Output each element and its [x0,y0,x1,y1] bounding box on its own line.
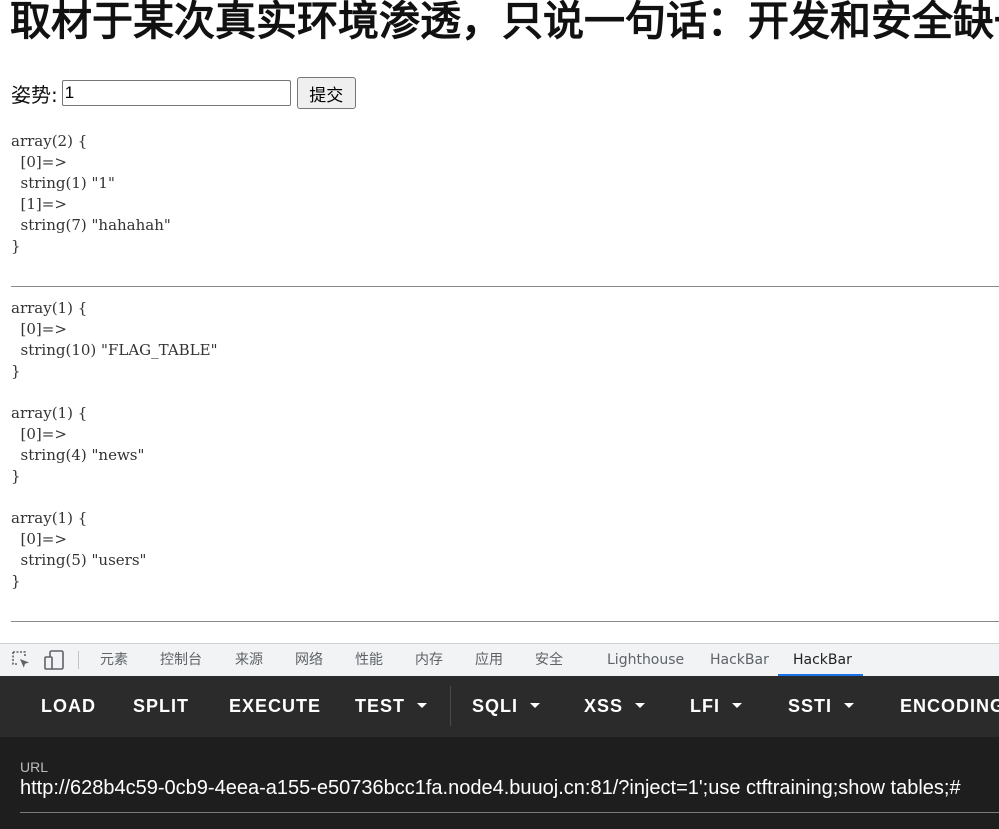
sqli-dropdown[interactable]: SQLI [472,676,541,737]
encoding-dropdown[interactable]: ENCODING [900,676,999,737]
horizontal-rule [11,621,999,622]
url-panel: URL http://628b4c59-0cb9-4eea-a155-e5073… [0,737,999,829]
execute-button[interactable]: EXECUTE [229,676,321,737]
horizontal-rule [11,286,999,287]
tab-performance[interactable]: 性能 [355,644,383,676]
test-dropdown[interactable]: TEST [355,676,428,737]
caret-down-icon [732,703,742,709]
devtools-tabbar: 元素 控制台 来源 网络 性能 内存 应用 安全 Lighthouse Hack… [0,643,999,676]
toolbar-divider [450,686,451,726]
caret-down-icon [635,703,646,709]
var-dump-2: array(1) { [0]=> string(10) "FLAG_TABLE"… [11,299,218,380]
xss-dropdown[interactable]: XSS [584,676,646,737]
tab-separator [78,651,79,669]
tab-network[interactable]: 网络 [295,644,323,676]
tab-lighthouse[interactable]: Lighthouse [607,644,684,676]
caret-down-icon [417,703,428,709]
device-toggle-icon[interactable] [44,650,64,670]
tab-elements[interactable]: 元素 [100,644,128,676]
lfi-dropdown[interactable]: LFI [690,676,742,737]
var-dump-1: array(2) { [0]=> string(1) "1" [1]=> str… [11,132,171,255]
caret-down-icon [844,703,855,709]
ssti-dropdown[interactable]: SSTI [788,676,855,737]
tab-hackbar[interactable]: HackBar [710,644,769,676]
inspect-icon[interactable] [11,650,31,670]
var-dump-4: array(1) { [0]=> string(5) "users" } [11,509,147,590]
page-title: 取材于某次真实环境渗透，只说一句话：开发和安全缺一不可 [10,0,999,45]
inject-form: 姿势: 提交 [11,76,356,110]
url-field[interactable]: http://628b4c59-0cb9-4eea-a155-e50736bcc… [20,777,961,800]
form-label: 姿势: [11,82,58,107]
inject-input[interactable] [61,80,291,106]
load-button[interactable]: LOAD [41,676,96,737]
url-label: URL [20,759,49,775]
var-dump-3: array(1) { [0]=> string(4) "news" } [11,404,145,485]
tab-application[interactable]: 应用 [475,644,503,676]
tab-security[interactable]: 安全 [535,644,563,676]
url-field-underline [20,812,999,813]
hackbar-toolbar: LOAD SPLIT EXECUTE TEST SQLI XSS LFI SST… [0,676,999,737]
tab-memory[interactable]: 内存 [415,644,443,676]
caret-down-icon [530,703,541,709]
tab-console[interactable]: 控制台 [160,644,202,676]
tab-sources[interactable]: 来源 [235,644,263,676]
web-page: 取材于某次真实环境渗透，只说一句话：开发和安全缺一不可 姿势: 提交 array… [0,0,999,643]
tab-hackbar-active[interactable]: HackBar [793,644,852,676]
submit-button[interactable]: 提交 [296,77,356,109]
split-button[interactable]: SPLIT [133,676,189,737]
